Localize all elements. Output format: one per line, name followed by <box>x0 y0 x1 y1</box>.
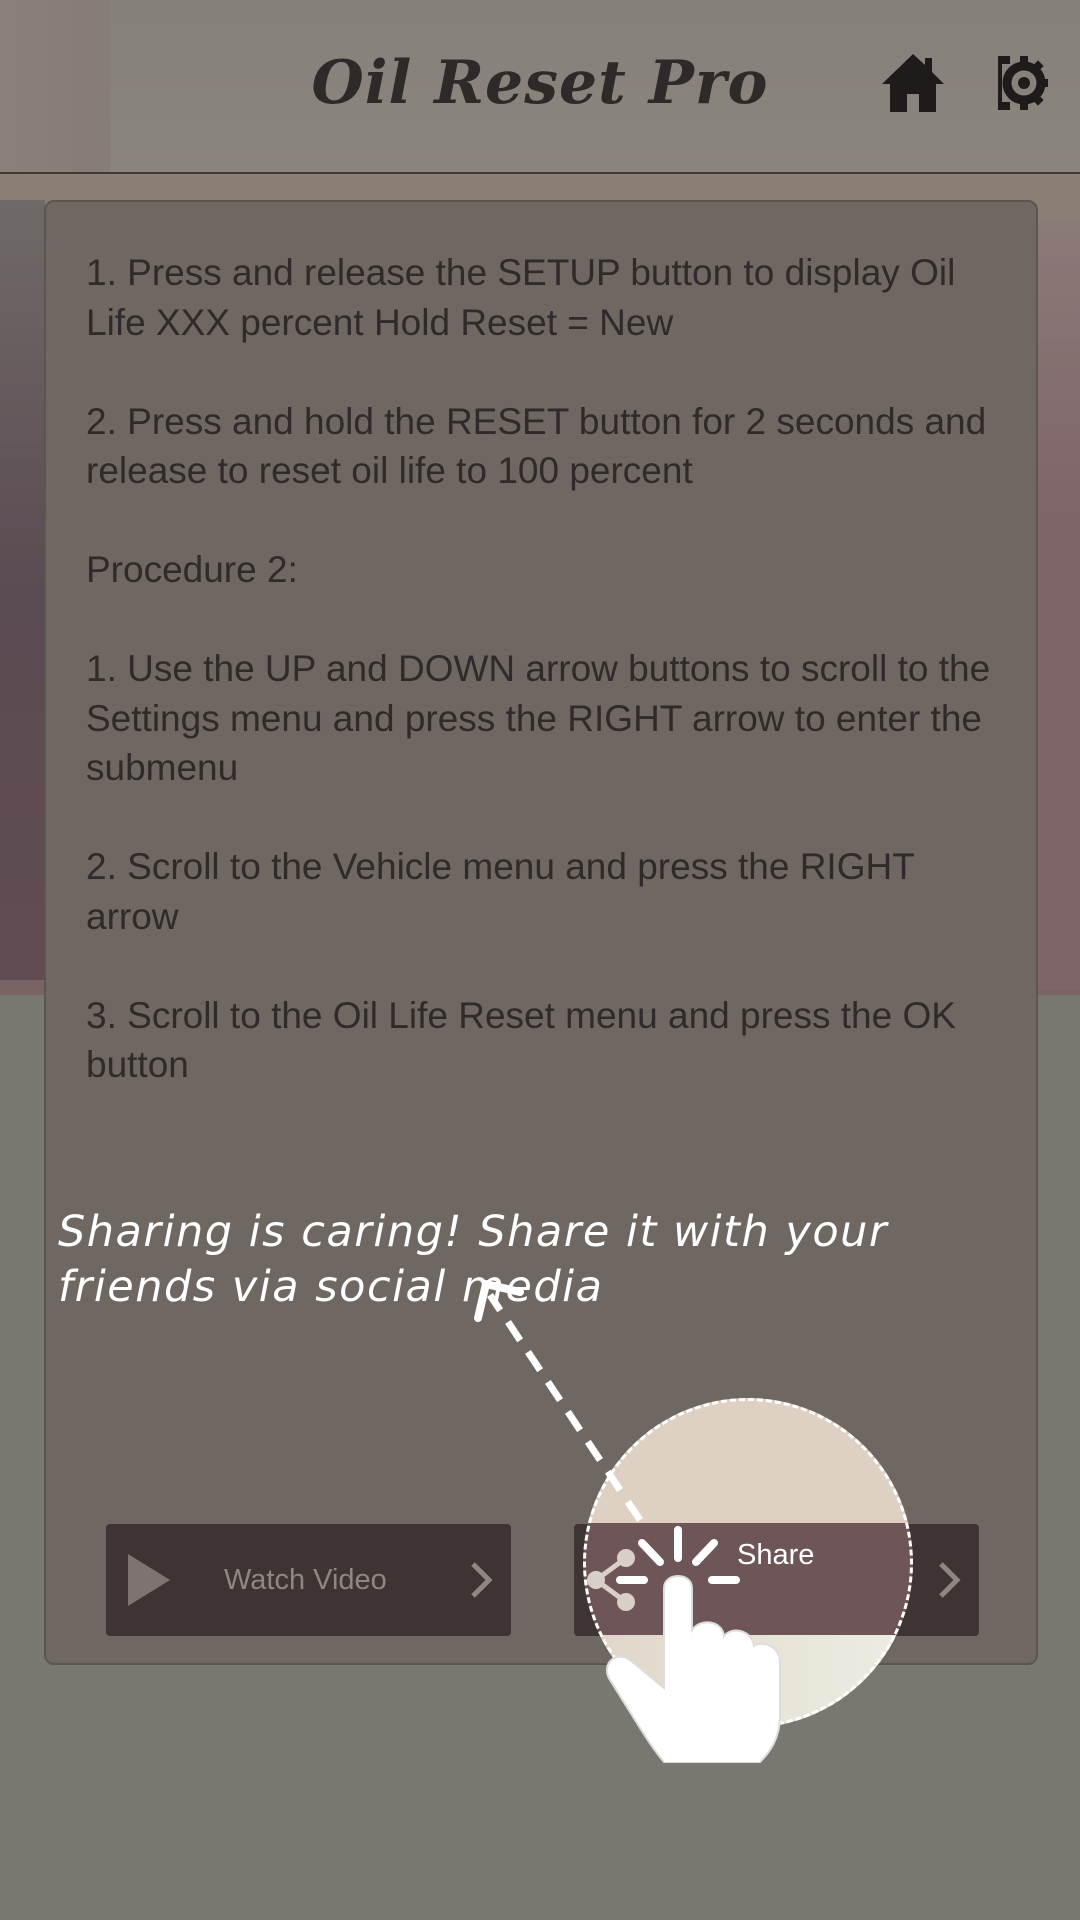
share-label: Share <box>737 1539 815 1571</box>
background-decor-right <box>1035 220 1080 990</box>
share-icon <box>587 1549 635 1611</box>
instruction-paragraph: 1. Press and release the SETUP button to… <box>86 252 956 343</box>
instruction-paragraph: 2. Scroll to the Vehicle menu and press … <box>86 846 915 937</box>
background-decor-left <box>0 200 45 980</box>
chevron-right-icon <box>471 1562 493 1598</box>
instruction-paragraph: 2. Press and hold the RESET button for 2… <box>86 400 987 492</box>
app-screen: Oil Reset Pro 1. Press and release the S… <box>0 0 1080 1920</box>
watch-video-button[interactable]: Watch Video <box>106 1524 511 1636</box>
settings-button[interactable] <box>990 50 1048 116</box>
procedure-heading: Procedure 2: <box>86 549 298 590</box>
app-title: Oil Reset Pro <box>311 48 769 118</box>
instruction-paragraph: 3. Scroll to the Oil Life Reset menu and… <box>86 994 956 1086</box>
app-header: Oil Reset Pro <box>0 0 1080 174</box>
home-icon <box>882 54 944 112</box>
tutorial-hint: Sharing is caring! Share it with your fr… <box>58 1207 889 1312</box>
settings-gear-icon <box>998 56 1048 110</box>
chevron-right-icon <box>939 1562 961 1598</box>
watch-video-label: Watch Video <box>224 1564 387 1596</box>
home-button[interactable] <box>880 50 946 116</box>
instructions-text: 1. Press and release the SETUP button to… <box>86 248 1016 1139</box>
header-decor <box>0 0 110 172</box>
instruction-paragraph: 1. Use the UP and DOWN arrow buttons to … <box>86 648 991 788</box>
play-icon <box>128 1554 170 1606</box>
